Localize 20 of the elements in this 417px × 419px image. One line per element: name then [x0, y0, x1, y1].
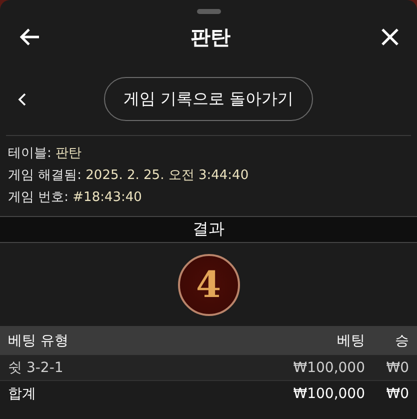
table-cell-text: ₩0 — [385, 360, 409, 376]
column-header: 승 — [394, 332, 409, 350]
window-title: 판탄 — [190, 24, 230, 50]
info-line: 테이블: 판탄 — [8, 145, 83, 162]
column-header: 베팅 — [337, 332, 365, 350]
back-arrow-icon[interactable] — [20, 28, 40, 46]
column-header: 베팅 유형 — [8, 332, 70, 350]
chevron-left-icon[interactable] — [18, 92, 26, 106]
back-to-history-button[interactable]: 게임 기록으로 돌아가기 — [104, 77, 313, 121]
info-line: 게임 번호: #18:43:40 — [8, 189, 143, 206]
result-header: 결과 — [0, 216, 417, 243]
table-cell-text: 합계 — [8, 384, 37, 402]
info-line: 게임 해결됨: 2025. 2. 25. 오전 3:44:40 — [8, 167, 250, 184]
table-cell-text: 쉿 3-2-1 — [8, 358, 64, 376]
table-cell-text: ₩0 — [385, 386, 409, 402]
result-number-ball: 4 — [178, 254, 240, 316]
close-icon[interactable] — [381, 28, 399, 46]
table-cell: ₩100,000 — [293, 360, 365, 376]
table-cell: ₩100,000 — [293, 386, 365, 402]
drag-handle[interactable] — [196, 9, 220, 14]
